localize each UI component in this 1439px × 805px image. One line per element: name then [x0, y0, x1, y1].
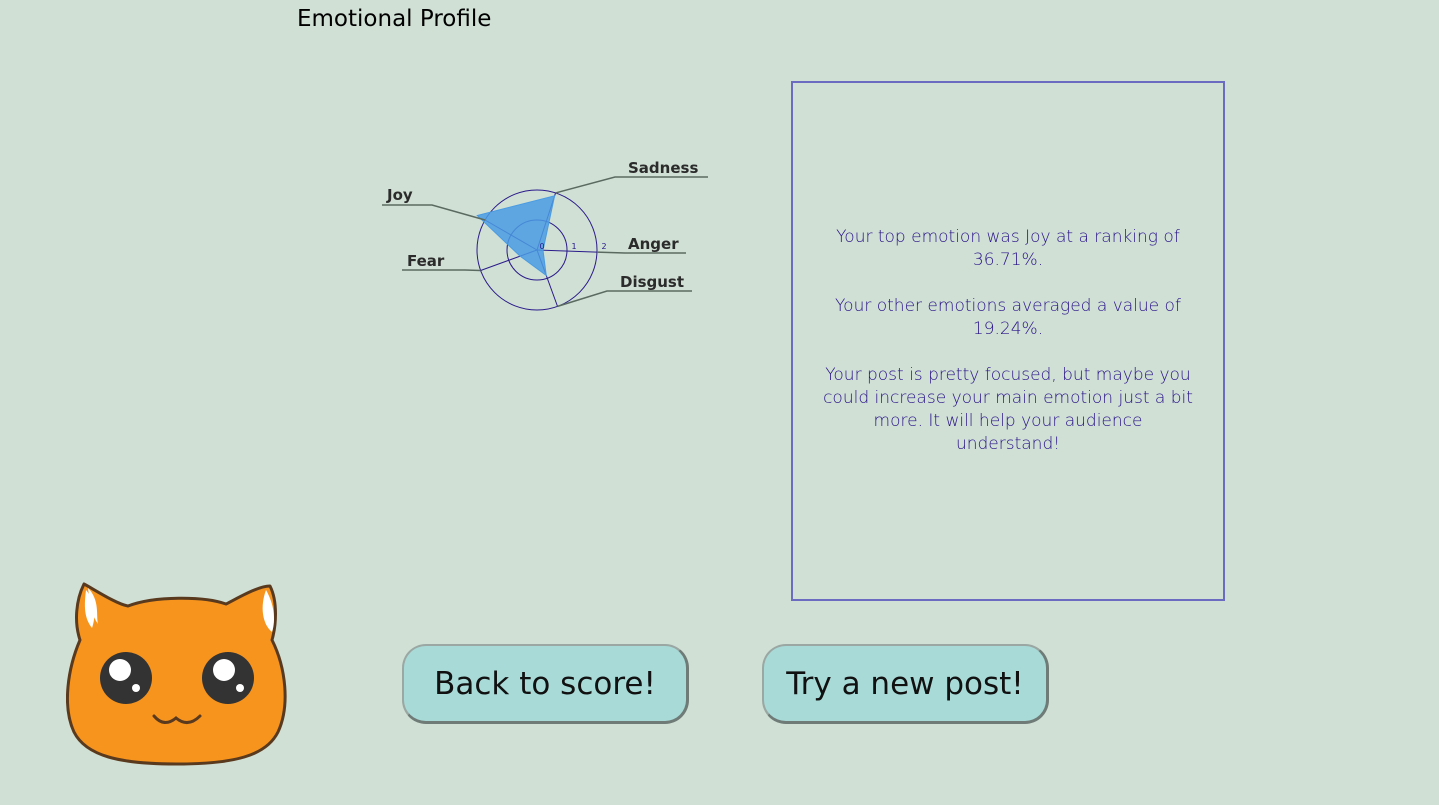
try-new-post-button[interactable]: Try a new post! — [762, 644, 1049, 724]
radar-axis-label: Joy — [386, 186, 413, 204]
radar-leader-line — [557, 290, 692, 308]
emotional-profile-page: Emotional Profile 0 1 2 Sadness Anger Disgust… — [0, 0, 1439, 805]
radar-axis-label: Fear — [407, 252, 445, 270]
radar-leader-line — [382, 204, 486, 221]
radar-tick-label: 0 — [539, 242, 544, 251]
radar-axis-label: Anger — [628, 235, 679, 253]
cat-face-icon — [66, 576, 288, 770]
radar-series-area — [476, 195, 556, 277]
radar-leader-line — [555, 176, 708, 194]
radar-chart: 0 1 2 Sadness Anger Disgust Fear Joy — [370, 145, 730, 335]
radar-axis-label: Disgust — [620, 273, 684, 291]
average-emotion-text: Your other emotions averaged a value of … — [835, 296, 1181, 339]
radar-tick-label: 2 — [601, 242, 606, 251]
radar-chart-svg: 0 1 2 Sadness Anger Disgust Fear Joy — [382, 159, 708, 311]
top-emotion-text: Your top emotion was Joy at a ranking of… — [836, 227, 1180, 270]
radar-leader-line — [402, 269, 481, 272]
radar-tick-label: 1 — [571, 242, 576, 251]
summary-panel: Your top emotion was Joy at a ranking of… — [791, 81, 1225, 601]
radar-axis-label: Sadness — [628, 159, 698, 177]
page-title: Emotional Profile — [297, 6, 492, 32]
advice-text: Your post is pretty focused, but maybe y… — [823, 365, 1193, 454]
back-to-score-button[interactable]: Back to score! — [402, 644, 689, 724]
